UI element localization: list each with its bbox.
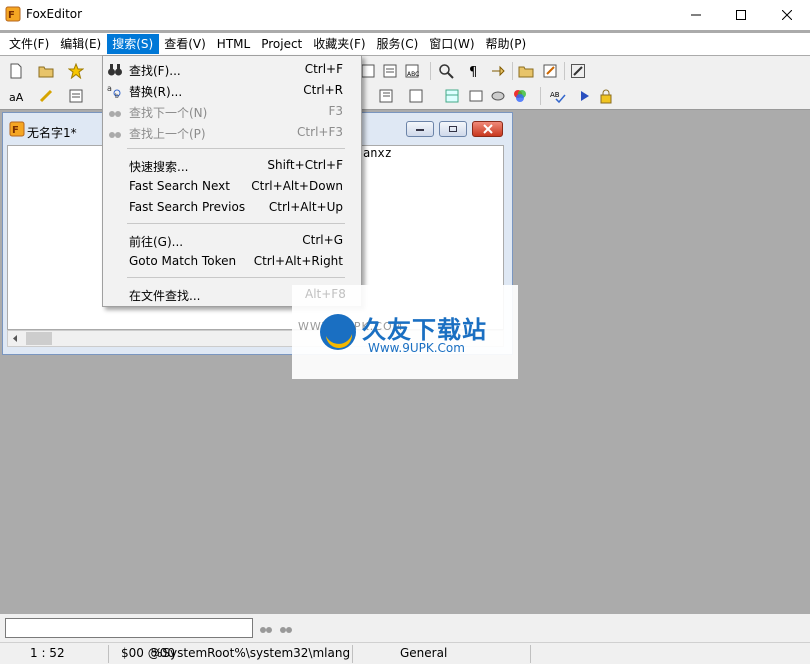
editor-visible-text: anxz [363,146,392,160]
new-file-icon[interactable] [8,63,24,79]
svg-text:F: F [12,125,19,136]
document-title: 无名字1* [27,126,77,140]
binoculars-icon [107,62,123,78]
minimize-icon [691,14,701,16]
highlight-pen-icon[interactable] [38,88,54,104]
form-icon[interactable] [468,88,484,104]
favorite-star-icon[interactable] [67,62,85,80]
close-icon [782,10,792,20]
svg-text:b: b [115,93,119,99]
frame-icon[interactable] [408,88,424,104]
svg-text:AB: AB [550,91,560,99]
doc-close-button[interactable] [472,121,503,137]
menu-window[interactable]: 窗口(W) [424,34,480,54]
menu-file[interactable]: 文件(F) [4,34,55,54]
search-menu-dropdown: 查找(F)... Ctrl+F ab 替换(R)... Ctrl+R 查找下一个… [102,55,362,307]
color-palette-icon[interactable] [512,88,528,104]
doc-minimize-button[interactable] [406,121,434,137]
close-icon [482,124,493,134]
quick-search-input[interactable] [5,618,253,638]
maximize-icon [736,10,746,20]
watermark-hint-text: Alt+F8 [305,287,346,301]
close-button[interactable] [764,0,810,30]
menu-services[interactable]: 服务(C) [372,34,425,54]
lock-icon[interactable] [598,88,614,104]
search-next-icon[interactable] [278,620,294,636]
document-icon: F [9,121,25,137]
document-list-icon[interactable] [382,63,398,79]
menu-help[interactable]: 帮助(P) [481,34,533,54]
menu-html[interactable]: HTML [212,34,256,54]
table-icon[interactable] [444,88,460,104]
outline-icon[interactable] [378,88,394,104]
database-icon[interactable] [490,88,506,104]
menu-separator [127,148,345,149]
pilcrow-icon[interactable]: ¶ [466,63,482,80]
maximize-button[interactable] [718,0,764,30]
menu-quick-search[interactable]: 快速搜索... Shift+Ctrl+F [103,155,361,176]
watermark-url: Www.9UPK.Com [368,341,465,355]
menu-favorites[interactable]: 收藏夹(F) [308,34,371,54]
menu-search[interactable]: 搜索(S) [107,34,160,54]
menu-find-next[interactable]: 查找下一个(N) F3 [103,101,361,122]
spell-ab-icon[interactable]: AB [550,88,566,104]
menu-find-prev[interactable]: 查找上一个(P) Ctrl+F3 [103,122,361,143]
minimize-icon [416,129,424,131]
folder-icon[interactable] [518,63,534,79]
run-play-icon[interactable] [576,88,592,104]
menu-edit[interactable]: 编辑(E) [55,34,107,54]
font-size-icon[interactable]: aA [8,88,24,104]
spellcheck-icon[interactable]: ABC [404,63,420,79]
search-prev-icon[interactable] [258,620,274,636]
menu-separator [127,223,345,224]
cursor-position: 1 : 52 [30,646,65,660]
scroll-thumb[interactable] [26,332,52,345]
status-path: %SystemRoot%\system32\mlang [151,646,351,660]
restore-icon [449,126,457,132]
status-mode: General [400,646,448,660]
fox-app-icon: F [5,6,21,22]
doc-restore-button[interactable] [439,121,467,137]
edit-note-icon[interactable] [542,63,558,79]
minimize-button[interactable] [673,0,719,30]
menu-find[interactable]: 查找(F)... Ctrl+F [103,59,361,80]
menu-bar: 文件(F) 编辑(E) 搜索(S) 查看(V) HTML Project 收藏夹… [0,33,810,55]
pin-icon[interactable] [490,63,506,79]
status-bar: 1 : 52 $00 @00 %SystemRoot%\system32\mla… [0,642,810,664]
svg-text:a: a [107,84,112,93]
find-prev-icon [107,125,123,141]
svg-text:F: F [8,10,15,21]
title-bar: F FoxEditor [0,0,810,30]
tools-icon[interactable] [570,63,586,79]
svg-text:aA: aA [9,91,24,104]
scroll-left-icon[interactable] [10,333,20,344]
menu-fast-search-next[interactable]: Fast Search Next Ctrl+Alt+Down [103,176,361,197]
watermark-brand: 久友下载站 [362,316,487,344]
svg-text:ABC: ABC [407,71,419,78]
menu-separator [127,277,345,278]
open-folder-icon[interactable] [38,63,54,79]
menu-goto[interactable]: 前往(G)... Ctrl+G [103,230,361,251]
watermark-logo-icon [318,312,358,352]
list-format-icon[interactable] [68,88,84,104]
menu-project[interactable]: Project [256,34,308,54]
menu-goto-match-token[interactable]: Goto Match Token Ctrl+Alt+Right [103,251,361,272]
print-icon[interactable] [360,63,376,79]
window-title: FoxEditor [26,7,83,21]
menu-view[interactable]: 查看(V) [159,34,212,54]
menu-replace[interactable]: ab 替换(R)... Ctrl+R [103,80,361,101]
find-next-icon [107,104,123,120]
svg-text:¶: ¶ [469,65,477,79]
replace-icon: ab [107,83,123,100]
menu-fast-search-prev[interactable]: Fast Search Previos Ctrl+Alt+Up [103,197,361,218]
zoom-icon[interactable] [438,63,454,79]
